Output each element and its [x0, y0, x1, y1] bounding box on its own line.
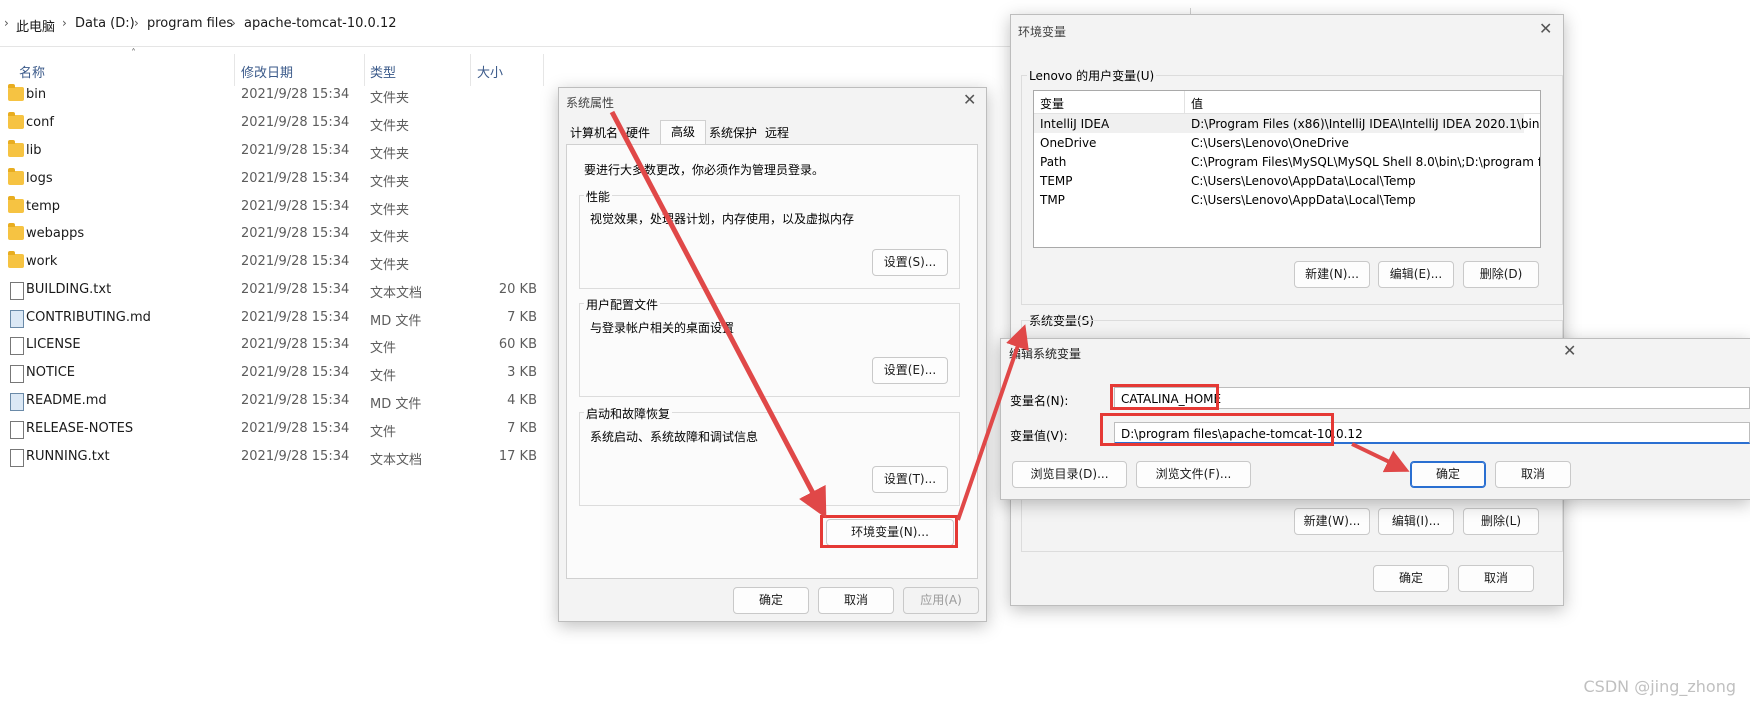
arrow-to-system-variables — [956, 324, 1029, 521]
arrow-to-env-button — [609, 110, 827, 519]
arrow-to-ok-button — [1351, 442, 1410, 473]
annotation-arrows — [609, 110, 1410, 521]
watermark: CSDN @jing_zhong — [1583, 677, 1736, 696]
